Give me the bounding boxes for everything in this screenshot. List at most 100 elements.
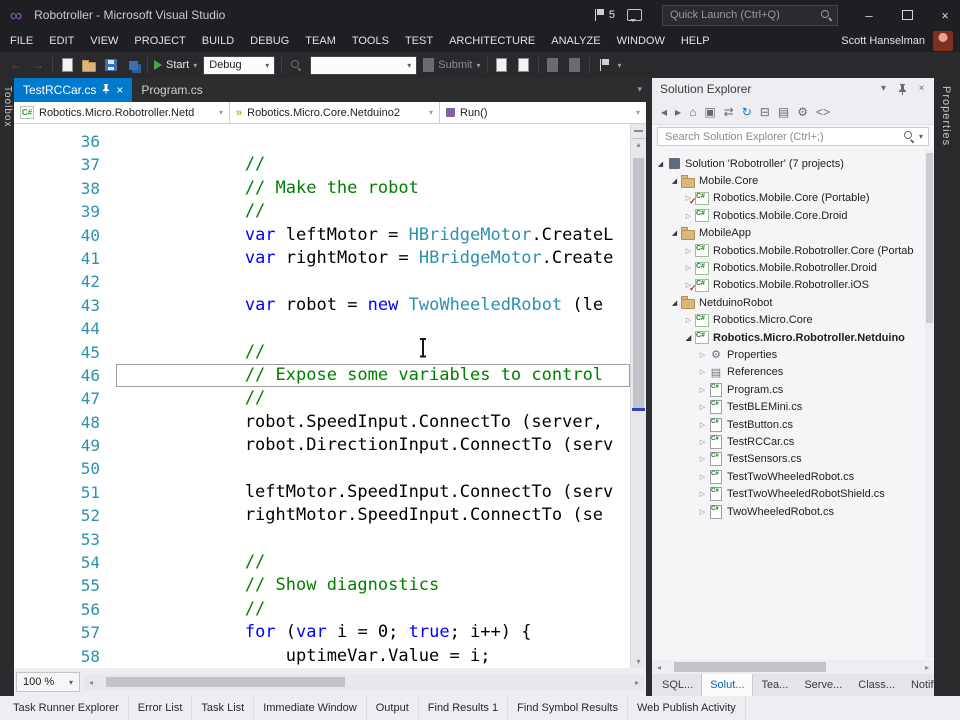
document-tab[interactable]: Program.cs: [132, 78, 211, 102]
bottom-panel-tab[interactable]: Find Results 1: [419, 696, 509, 720]
project-dropdown[interactable]: Robotics.Micro.Robotroller.Netd: [14, 102, 230, 123]
expand-arrow-icon[interactable]: [697, 351, 708, 359]
scroll-down-icon[interactable]: [631, 656, 646, 668]
solution-search-input[interactable]: [663, 129, 900, 144]
feedback-bubble-icon[interactable]: [627, 9, 642, 22]
tree-item[interactable]: Robotics.Mobile.Core.Droid: [652, 207, 925, 224]
panel-tab[interactable]: Solut...: [701, 674, 754, 696]
collapse-all-icon[interactable]: [760, 106, 770, 118]
code-line[interactable]: 46 // Expose some variables to control: [14, 363, 630, 388]
code-editor[interactable]: 36 37 //38 // Make the robot 39 //40 var l…: [14, 124, 646, 668]
bottom-panel-tab[interactable]: Task List: [192, 696, 255, 720]
collapse-arrow-icon[interactable]: [669, 299, 680, 307]
menu-team[interactable]: TEAM: [297, 30, 344, 52]
code-line[interactable]: 47 //: [14, 387, 630, 410]
bottom-panel-tab[interactable]: Output: [367, 696, 419, 720]
scroll-right-icon[interactable]: [630, 678, 644, 687]
pin-icon[interactable]: [894, 80, 911, 97]
panel-tab[interactable]: Tea...: [753, 674, 796, 696]
menu-window[interactable]: WINDOW: [609, 30, 673, 52]
expand-arrow-icon[interactable]: [697, 508, 708, 516]
minimize-button[interactable]: [854, 0, 884, 30]
tree-item[interactable]: TestTwoWheeledRobotShield.cs: [652, 485, 925, 502]
expand-arrow-icon[interactable]: [683, 264, 694, 272]
code-line[interactable]: 52 rightMotor.SpeedInput.ConnectTo (se: [14, 504, 630, 527]
scroll-left-icon[interactable]: [652, 663, 666, 672]
scroll-left-icon[interactable]: [84, 678, 98, 687]
scrollbar-thumb[interactable]: [926, 153, 933, 323]
tree-item[interactable]: Robotics.Mobile.Robotroller.iOS: [652, 277, 925, 294]
navigate-back-icon[interactable]: [8, 57, 24, 73]
home-icon[interactable]: [689, 106, 696, 118]
toolbar-combo[interactable]: [310, 55, 418, 75]
code-line[interactable]: 42: [14, 270, 630, 293]
expand-arrow-icon[interactable]: [697, 368, 708, 376]
tree-item[interactable]: TestSensors.cs: [652, 451, 925, 468]
menu-build[interactable]: BUILD: [194, 30, 242, 52]
save-icon[interactable]: [103, 57, 119, 73]
expand-arrow-icon[interactable]: [683, 247, 694, 255]
code-line[interactable]: 48 robot.SpeedInput.ConnectTo (server,: [14, 411, 630, 434]
expand-arrow-icon[interactable]: [697, 438, 708, 446]
properties-tab[interactable]: Properties: [940, 86, 952, 146]
editor-horizontal-scrollbar[interactable]: [84, 674, 644, 690]
tree-item[interactable]: Properties: [652, 346, 925, 363]
menu-architecture[interactable]: ARCHITECTURE: [441, 30, 543, 52]
tree-item[interactable]: Robotics.Micro.Core: [652, 312, 925, 329]
code-line[interactable]: 51 leftMotor.SpeedInput.ConnectTo (serv: [14, 481, 630, 504]
tree-item[interactable]: Solution 'Robotroller' (7 projects): [652, 155, 925, 172]
tree-item[interactable]: TestButton.cs: [652, 416, 925, 433]
properties-icon[interactable]: [797, 106, 808, 118]
scrollbar-thumb[interactable]: [674, 662, 827, 672]
tree-item[interactable]: Program.cs: [652, 381, 925, 398]
document-list-chevron-icon[interactable]: [637, 84, 642, 95]
split-handle[interactable]: [631, 124, 646, 139]
tree-item[interactable]: NetduinoRobot: [652, 294, 925, 311]
expand-arrow-icon[interactable]: [697, 403, 708, 411]
scrollbar-track[interactable]: [666, 661, 920, 673]
tree-item[interactable]: TestRCCar.cs: [652, 433, 925, 450]
menu-analyze[interactable]: ANALYZE: [543, 30, 608, 52]
notifications-flag-icon[interactable]: [594, 9, 604, 21]
collapse-arrow-icon[interactable]: [655, 160, 666, 168]
code-line[interactable]: 57 for (var i = 0; true; i++) {: [14, 621, 630, 644]
start-debug-button[interactable]: Start: [154, 59, 197, 71]
submit-button[interactable]: Submit: [423, 58, 480, 72]
tree-item[interactable]: Robotics.Micro.Robotroller.Netduino: [652, 329, 925, 346]
code-line[interactable]: 44: [14, 317, 630, 340]
panel-tab[interactable]: SQL...: [654, 674, 701, 696]
bookmark-icon[interactable]: [596, 57, 612, 73]
panel-header[interactable]: Solution Explorer: [652, 78, 934, 99]
tree-item[interactable]: TestBLEMini.cs: [652, 398, 925, 415]
code-line[interactable]: 40 var leftMotor = HBridgeMotor.CreateL: [14, 224, 630, 247]
sync-with-active-document-icon[interactable]: [724, 106, 734, 118]
tree-item[interactable]: Robotics.Mobile.Robotroller.Droid: [652, 259, 925, 276]
debug-configuration-select[interactable]: Debug: [203, 55, 276, 75]
signed-in-user[interactable]: Scott Hanselman: [841, 35, 925, 47]
pin-icon[interactable]: [102, 83, 110, 97]
code-line[interactable]: 54 //: [14, 551, 630, 574]
code-line[interactable]: 43 var robot = new TwoWheeledRobot (le: [14, 294, 630, 317]
save-all-icon[interactable]: [125, 57, 141, 73]
scroll-up-icon[interactable]: [631, 139, 646, 151]
show-all-files-icon[interactable]: [778, 106, 789, 118]
menu-file[interactable]: FILE: [2, 30, 41, 52]
code-line[interactable]: 53: [14, 528, 630, 551]
expand-arrow-icon[interactable]: [683, 316, 694, 324]
tree-item[interactable]: TwoWheeledRobot.cs: [652, 503, 925, 520]
expand-arrow-icon[interactable]: [697, 386, 708, 394]
expand-arrow-icon[interactable]: [697, 455, 708, 463]
menu-project[interactable]: PROJECT: [126, 30, 193, 52]
zoom-select[interactable]: 100 %: [16, 672, 80, 692]
toolbar-options-chevron-icon[interactable]: [618, 61, 622, 70]
maximize-button[interactable]: [892, 0, 922, 30]
code-line[interactable]: 39 //: [14, 200, 630, 223]
bottom-panel-tab[interactable]: Error List: [129, 696, 193, 720]
user-avatar[interactable]: [933, 31, 953, 51]
open-file-icon[interactable]: [81, 57, 97, 73]
menu-view[interactable]: VIEW: [82, 30, 126, 52]
code-line[interactable]: 45 //: [14, 341, 630, 364]
member-dropdown[interactable]: Run(): [440, 102, 646, 123]
code-line[interactable]: 41 var rightMotor = HBridgeMotor.Create: [14, 247, 630, 270]
bottom-panel-tab[interactable]: Task Runner Explorer: [4, 696, 129, 720]
